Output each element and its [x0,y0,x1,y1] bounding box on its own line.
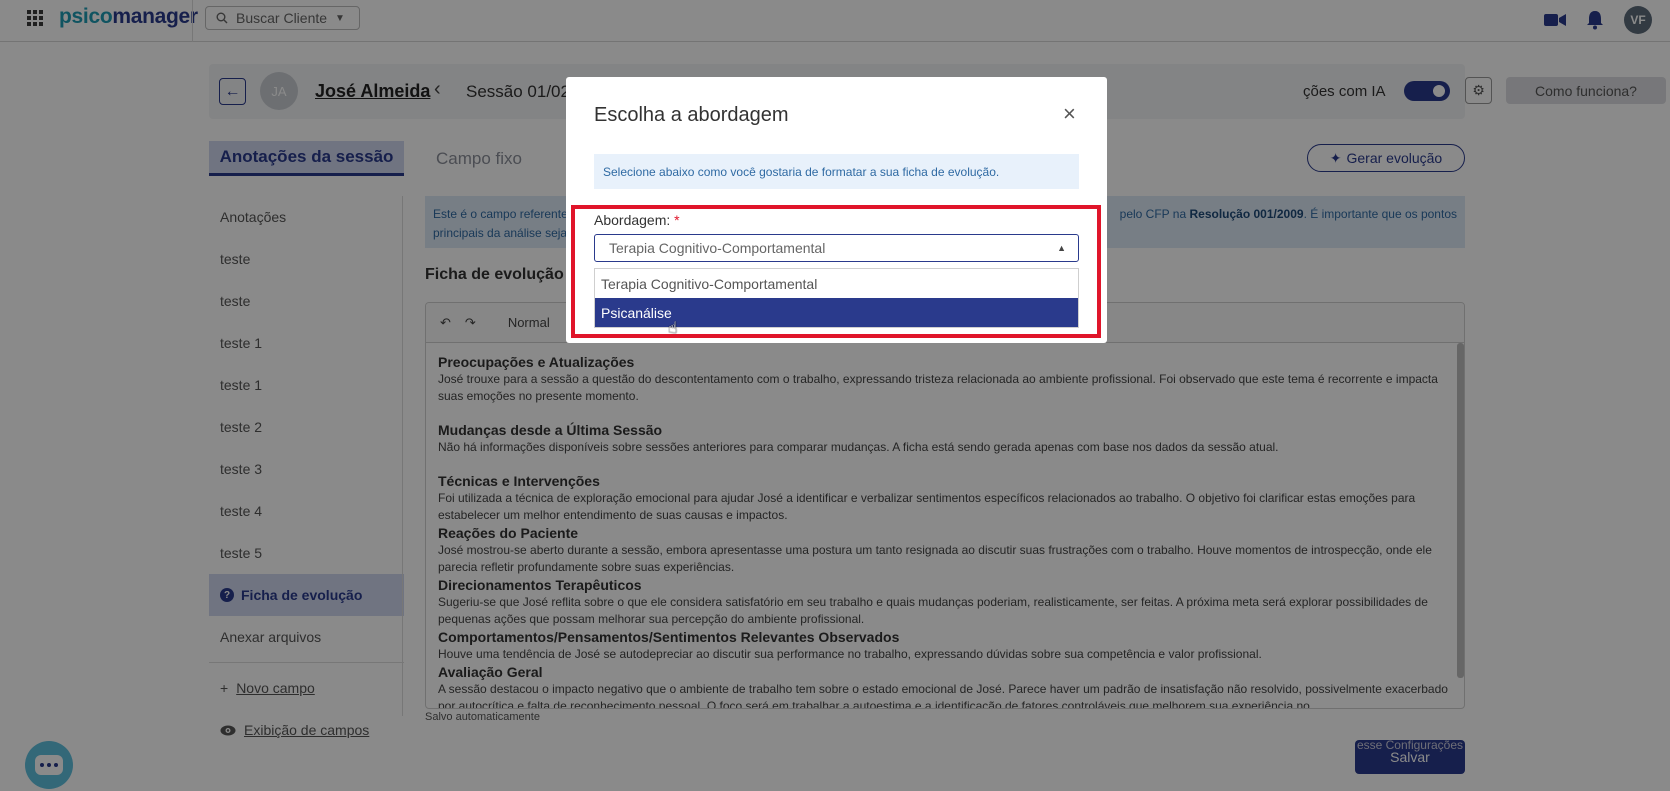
approach-dropdown: Terapia Cognitivo-Comportamental Psicaná… [594,268,1079,328]
approach-selected-value: Terapia Cognitivo-Comportamental [609,240,826,256]
approach-field-label: Abordagem: * [594,212,680,228]
close-icon[interactable]: × [1063,103,1076,125]
modal-title: Escolha a abordagem [594,104,789,126]
option-cbt[interactable]: Terapia Cognitivo-Comportamental [595,269,1078,298]
modal-hint: Selecione abaixo como você gostaria de f… [594,154,1079,189]
hand-cursor-icon: ☝ [668,320,678,337]
approach-select[interactable]: Terapia Cognitivo-Comportamental ▲ [594,234,1079,262]
required-mark: * [674,212,680,228]
caret-up-icon: ▲ [1057,243,1066,253]
